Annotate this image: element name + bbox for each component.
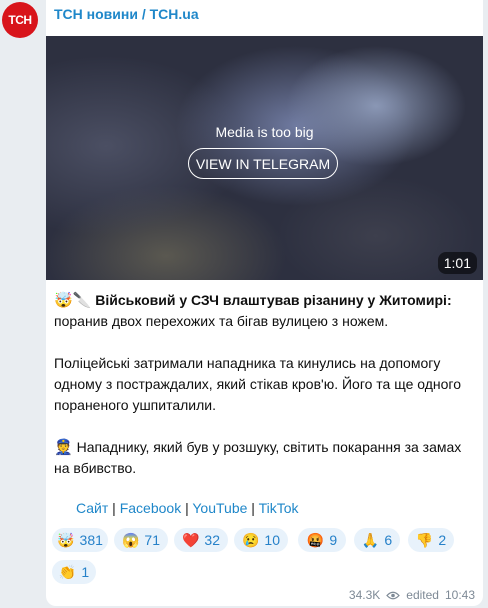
- video-duration-badge: 1:01: [437, 252, 477, 274]
- reaction-count: 2: [438, 532, 447, 548]
- eye-icon: [386, 591, 401, 599]
- channel-avatar[interactable]: TCH: [2, 2, 38, 38]
- reaction-count: 71: [144, 532, 160, 548]
- edited-label: edited: [406, 588, 439, 602]
- media-too-big-label: Media is too big: [215, 124, 314, 140]
- post-text: 🤯🔪 Військовий у СЗЧ влаштував різанину у…: [54, 290, 478, 500]
- thumbs-down-icon: 👎: [415, 531, 434, 548]
- reaction-thumbs-down[interactable]: 👎 2: [408, 528, 454, 552]
- channel-name-link[interactable]: ТСН новини / TCH.ua: [54, 6, 199, 22]
- reaction-crying[interactable]: 😢 10: [234, 528, 288, 552]
- message-bubble: ТСН новини / TCH.ua Media is too big VIE…: [46, 0, 483, 606]
- reaction-count: 9: [329, 532, 338, 548]
- post-line-1: поранив двох перехожих та бігав вулицею …: [54, 313, 389, 329]
- crying-face-icon: 😢: [241, 531, 260, 548]
- headline-emoji-icon: 🤯🔪: [54, 292, 92, 309]
- post-paragraph-2: Поліцейські затримали нападника та кинул…: [54, 355, 462, 413]
- reaction-heart[interactable]: ❤️ 32: [174, 528, 228, 552]
- link-youtube[interactable]: YouTube: [192, 500, 247, 516]
- views-count: 34.3K: [348, 588, 381, 602]
- link-tiktok[interactable]: TikTok: [259, 500, 299, 516]
- reaction-scream[interactable]: 😱 71: [114, 528, 168, 552]
- reaction-count: 6: [384, 532, 393, 548]
- reaction-count: 381: [79, 532, 103, 548]
- reaction-clap[interactable]: 👏 1: [52, 560, 96, 584]
- video-preview[interactable]: Media is too big VIEW IN TELEGRAM 1:01: [46, 36, 483, 280]
- post-paragraph-3: 👮 Нападнику, який був у розшуку, світить…: [54, 437, 478, 479]
- exploding-head-icon: 🤯: [57, 531, 75, 548]
- praying-hands-icon: 🙏: [361, 531, 380, 548]
- clapping-hands-icon: 👏: [58, 563, 77, 580]
- reaction-count: 10: [264, 532, 280, 548]
- post-paragraph-1: 🤯🔪 Військовий у СЗЧ влаштував різанину у…: [54, 290, 478, 332]
- cursing-face-icon: 🤬: [306, 531, 325, 548]
- heart-icon: ❤️: [181, 531, 200, 548]
- view-in-telegram-button[interactable]: VIEW IN TELEGRAM: [188, 148, 338, 179]
- social-links: Сайт | Facebook | YouTube | TikTok: [76, 500, 299, 516]
- post-paragraph-3-text: Нападнику, який був у розшуку, світить п…: [54, 439, 462, 476]
- police-emoji-icon: 👮: [54, 439, 73, 456]
- reaction-cursing[interactable]: 🤬 9: [298, 528, 346, 552]
- message-time: 10:43: [444, 588, 475, 602]
- reaction-count: 1: [81, 564, 90, 580]
- message-footer: 34.3K edited 10:43: [349, 588, 475, 602]
- reaction-exploding-head[interactable]: 🤯 381: [52, 528, 108, 552]
- reaction-count: 32: [204, 532, 220, 548]
- post-headline: Військовий у СЗЧ влаштував різанину у Жи…: [95, 292, 452, 308]
- scream-icon: 😱: [121, 531, 140, 548]
- link-site[interactable]: Сайт: [76, 500, 108, 516]
- reaction-pray[interactable]: 🙏 6: [354, 528, 400, 552]
- link-facebook[interactable]: Facebook: [120, 500, 181, 516]
